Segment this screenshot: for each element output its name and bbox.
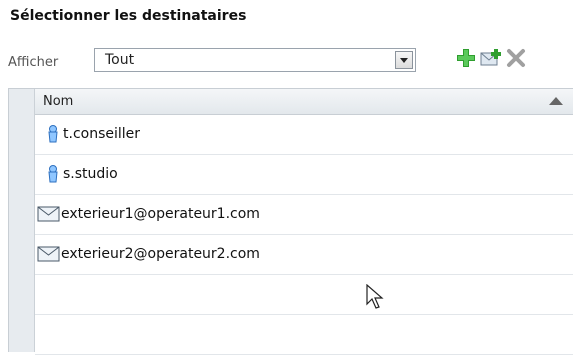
dropdown-arrow-icon[interactable] bbox=[395, 51, 413, 69]
recipient-toolbar bbox=[456, 48, 546, 70]
add-button[interactable] bbox=[456, 48, 476, 68]
row-text: exterieur1@operateur1.com bbox=[61, 206, 260, 222]
row-text: t.conseiller bbox=[63, 126, 141, 142]
delete-icon bbox=[507, 49, 525, 67]
row-header-column bbox=[9, 89, 35, 352]
delete-button[interactable] bbox=[506, 48, 526, 68]
user-icon bbox=[43, 124, 63, 144]
add-icon bbox=[457, 49, 475, 67]
row-text: s.studio bbox=[63, 166, 118, 182]
row-text: exterieur2@operateur2.com bbox=[61, 246, 260, 262]
table-row-empty[interactable] bbox=[35, 275, 573, 315]
filter-label: Afficher bbox=[8, 54, 59, 70]
envelope-icon bbox=[37, 244, 61, 264]
add-contact-icon bbox=[480, 49, 501, 66]
table-row[interactable]: exterieur2@operateur2.com bbox=[35, 235, 573, 275]
mouse-pointer-icon bbox=[366, 284, 384, 309]
filter-selected-value: Tout bbox=[105, 52, 135, 68]
add-contact-button[interactable] bbox=[480, 48, 501, 68]
column-header-label: Nom bbox=[43, 94, 74, 109]
envelope-icon bbox=[37, 204, 61, 224]
table-row[interactable]: exterieur1@operateur1.com bbox=[35, 195, 573, 235]
sort-ascending-icon bbox=[549, 97, 563, 105]
filter-row: Afficher Tout bbox=[8, 48, 416, 76]
table-row-empty[interactable] bbox=[35, 315, 573, 355]
column-header-nom[interactable]: Nom bbox=[35, 89, 573, 115]
recipients-grid: Nom t.conseiller s.studio exterieur1@ope… bbox=[8, 88, 573, 355]
filter-dropdown[interactable]: Tout bbox=[94, 48, 416, 72]
table-row[interactable]: t.conseiller bbox=[35, 115, 573, 155]
user-icon bbox=[43, 164, 63, 184]
panel-title: Sélectionner les destinataires bbox=[10, 8, 247, 24]
table-row[interactable]: s.studio bbox=[35, 155, 573, 195]
